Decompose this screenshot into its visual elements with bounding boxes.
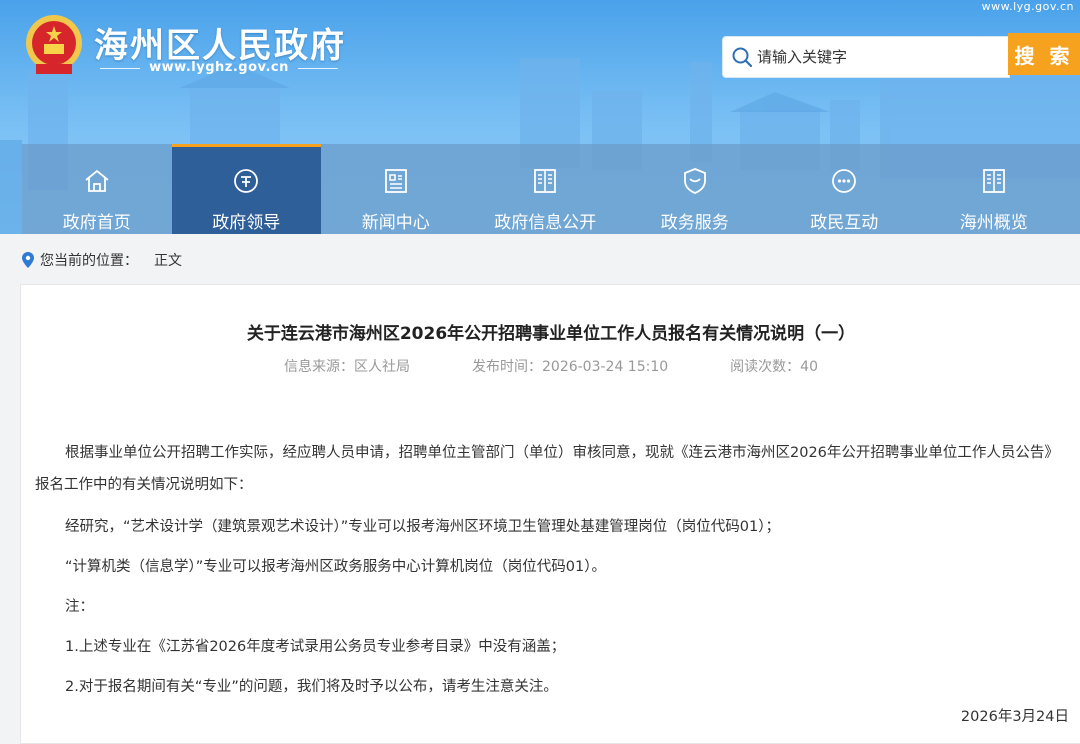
location-pin-icon — [22, 252, 34, 268]
breadcrumb: 您当前的位置： 正文 — [22, 250, 182, 270]
nav-label: 政府信息公开 — [494, 213, 597, 233]
site-header: 海州区人民政府 www.lyghz.gov.cn www.lyg.gov.cn … — [0, 0, 1080, 234]
article-meta: 信息来源：区人社局 发布时间：2026-03-24 15:10 阅读次数：40 — [21, 356, 1080, 376]
news-icon — [384, 169, 407, 193]
article-views: 阅读次数：40 — [730, 359, 818, 375]
article-paragraph: 经研究，“艺术设计学（建筑景观艺术设计）”专业可以报考海州区环境卫生管理处基建管… — [65, 519, 780, 535]
nav-label: 政府领导 — [212, 213, 281, 233]
article-paragraph: 注： — [65, 599, 94, 615]
site-url-tagline: www.lyghz.gov.cn — [100, 60, 338, 76]
article-date: 2026年3月24日 — [960, 709, 1069, 725]
breadcrumb-prefix: 您当前的位置： — [40, 253, 138, 269]
nav-item-leaders[interactable]: 政府领导 — [171, 144, 321, 234]
site-url: www.lyghz.gov.cn — [149, 60, 289, 75]
city-portal-link[interactable]: www.lyg.gov.cn — [982, 0, 1074, 13]
main-nav: 政府首页 政府领导 新闻中心 政府信息公开 政务服务 政民互动 海州概览 — [22, 144, 1080, 234]
article-paragraph: 根据事业单位公开招聘工作实际，经应聘人员申请，招聘单位主管部门（单位）审核同意，… — [35, 445, 1059, 493]
search-icon — [732, 47, 753, 68]
book-icon — [982, 169, 1005, 193]
nav-item-interaction[interactable]: 政民互动 — [770, 144, 920, 234]
search-input[interactable] — [757, 37, 997, 77]
national-emblem-logo — [26, 15, 82, 74]
nav-label: 政府首页 — [62, 213, 131, 233]
article-body: 根据事业单位公开招聘工作实际，经应聘人员申请，招聘单位主管部门（单位）审核同意，… — [35, 437, 1069, 707]
nav-label: 海州概览 — [959, 213, 1028, 233]
article-title: 关于连云港市海州区2026年公开招聘事业单位工作人员报名有关情况说明（一） — [246, 324, 856, 344]
breadcrumb-current[interactable]: 正文 — [154, 250, 182, 270]
nav-item-home[interactable]: 政府首页 — [22, 144, 172, 234]
article-paragraph: 1.上述专业在《江苏省2026年度考试录用公务员专业参考目录》中没有涵盖； — [65, 639, 566, 655]
nav-item-info-disclosure[interactable]: 政府信息公开 — [471, 144, 621, 234]
article-paragraph: “计算机类（信息学）”专业可以报考海州区政务服务中心计算机岗位（岗位代码01）。 — [65, 559, 606, 575]
nav-item-overview[interactable]: 海州概览 — [919, 144, 1069, 234]
article-panel: 关于连云港市海州区2026年公开招聘事业单位工作人员报名有关情况说明（一） 信息… — [20, 284, 1080, 744]
chat-icon — [832, 169, 857, 193]
search-button[interactable]: 搜 索 — [1008, 33, 1080, 75]
nav-label: 新闻中心 — [361, 213, 430, 233]
service-shield-icon — [683, 168, 706, 194]
article-paragraph: 2.对于报名期间有关“专业”的问题，我们将及时予以公布，请考生注意关注。 — [65, 679, 558, 695]
article-source: 信息来源：区人社局 — [284, 359, 410, 375]
leader-icon — [234, 169, 259, 193]
nav-label: 政民互动 — [810, 213, 879, 233]
nav-item-services[interactable]: 政务服务 — [620, 144, 770, 234]
article-publish-time: 发布时间：2026-03-24 15:10 — [472, 359, 669, 375]
info-icon — [534, 169, 557, 193]
search-box — [722, 36, 1010, 78]
nav-label: 政务服务 — [660, 213, 729, 233]
nav-item-news[interactable]: 新闻中心 — [321, 144, 471, 234]
home-icon — [85, 169, 109, 192]
